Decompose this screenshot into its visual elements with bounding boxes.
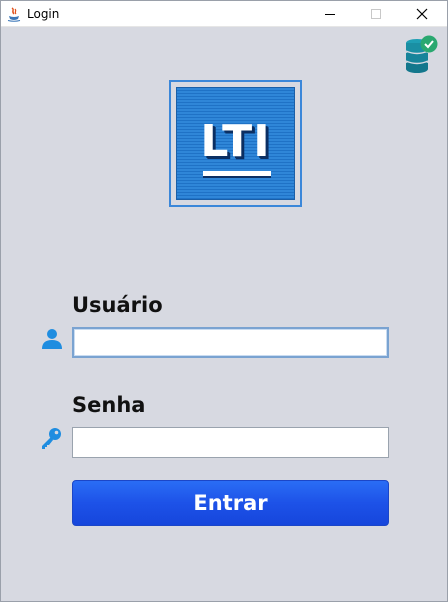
user-icon [42,329,62,349]
title-bar[interactable]: Login [1,1,447,27]
submit-button-label: Entrar [193,491,268,515]
logo-underline [203,171,271,176]
logo-frame: LTI [169,80,302,207]
submit-button[interactable]: Entrar [72,480,389,526]
password-label: Senha [72,393,146,417]
key-icon [42,428,61,449]
java-icon [7,7,21,22]
close-icon [416,8,428,20]
login-window: Login LTI Usuário Senha Entrar [0,0,448,602]
password-field[interactable] [72,427,389,458]
minimize-icon [325,14,335,15]
database-connected-icon[interactable] [403,34,439,74]
username-label: Usuário [72,293,163,317]
maximize-button[interactable] [353,1,399,27]
maximize-icon [371,9,381,19]
username-field[interactable] [72,327,389,358]
minimize-button[interactable] [307,1,353,27]
logo: LTI [176,87,295,200]
close-button[interactable] [399,1,445,27]
logo-text: LTI [200,116,271,167]
window-title: Login [27,7,60,21]
